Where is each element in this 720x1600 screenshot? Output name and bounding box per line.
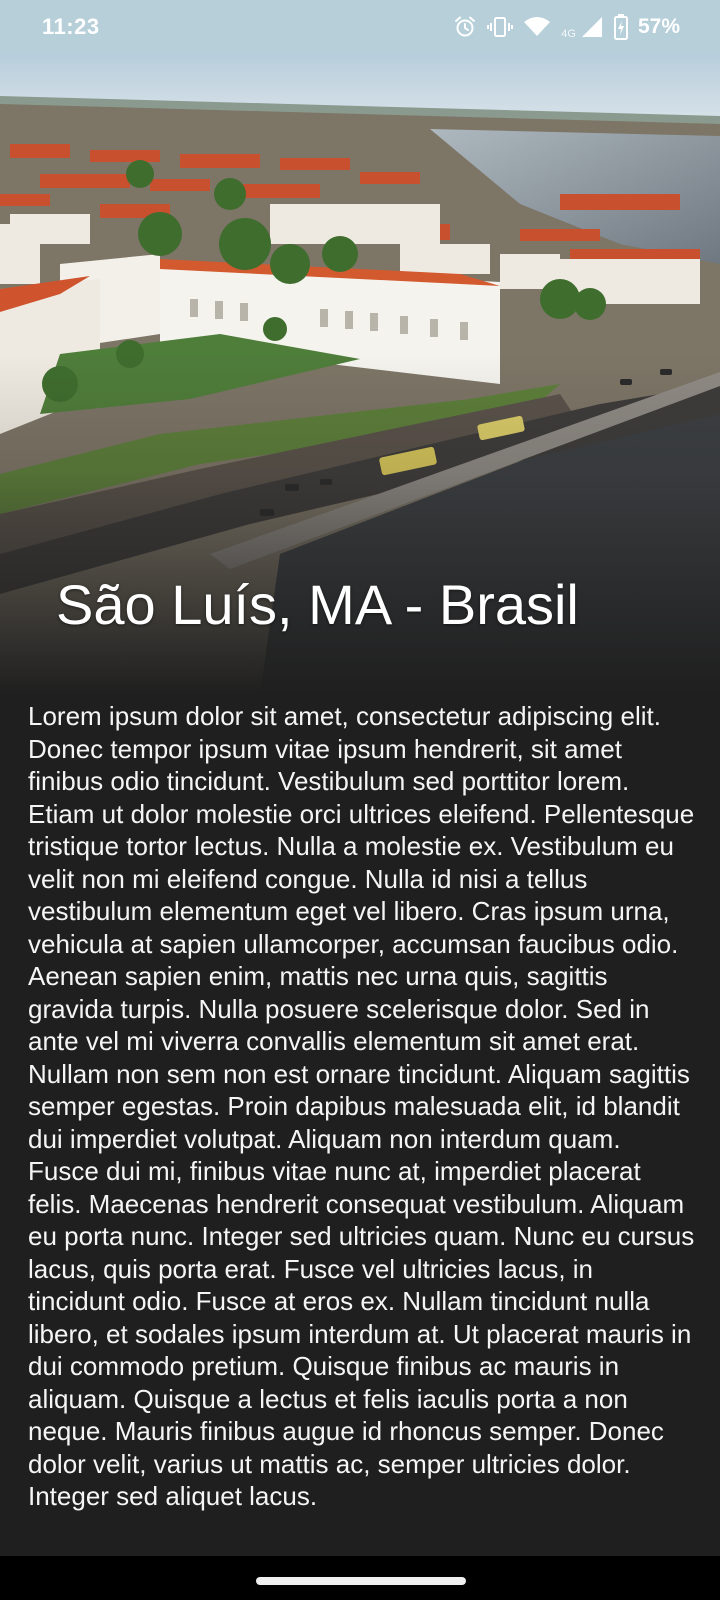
vibrate-icon xyxy=(487,15,514,39)
status-time: 11:23 xyxy=(42,14,100,39)
home-gesture-handle[interactable] xyxy=(256,1577,466,1585)
wifi-icon xyxy=(523,15,551,39)
battery-percent: 57% xyxy=(637,15,680,38)
hero-image: São Luís, MA - Brasil xyxy=(0,54,720,694)
article-body: Lorem ipsum dolor sit amet, consectetur … xyxy=(28,701,695,1511)
battery-charging-icon xyxy=(613,14,628,40)
network-type-label: 4G xyxy=(561,28,576,40)
alarm-icon xyxy=(453,15,477,39)
page-title: São Luís, MA - Brasil xyxy=(56,573,579,636)
cell-signal-icon xyxy=(580,15,604,39)
status-icons: 4G 57% xyxy=(453,14,680,40)
status-bar: 11:23 4G 57% xyxy=(0,0,720,54)
